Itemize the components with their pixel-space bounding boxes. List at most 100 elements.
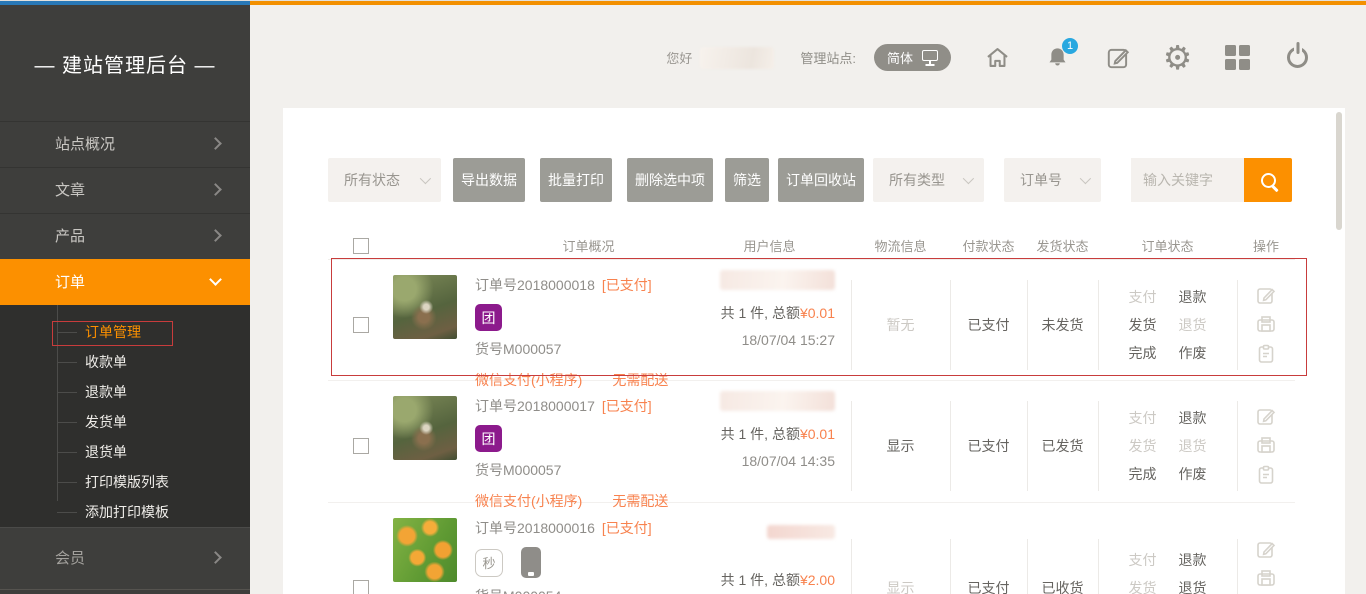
- print-icon[interactable]: [1255, 435, 1277, 457]
- status-action-return[interactable]: 退货: [1179, 315, 1207, 335]
- notifications-button[interactable]: 1: [1044, 44, 1071, 71]
- order-recycle-bin-button[interactable]: 订单回收站: [778, 158, 864, 202]
- delete-selected-button[interactable]: 删除选中项: [627, 158, 713, 202]
- product-thumbnail: [393, 396, 457, 460]
- type-filter-dropdown[interactable]: 所有类型: [873, 158, 984, 202]
- col-order-status: 订单状态: [1098, 236, 1237, 255]
- col-logistics: 物流信息: [851, 236, 950, 255]
- chevron-right-icon: [209, 229, 222, 242]
- status-action-refund[interactable]: 退款: [1179, 550, 1207, 570]
- status-filter-dropdown[interactable]: 所有状态: [328, 158, 441, 202]
- order-row: 订单号2018000017[已支付] 团 货号M000057 微信支付(小程序)…: [328, 381, 1295, 503]
- orders-toolbar: 所有状态 导出数据 批量打印 删除选中项 筛选 订单回收站 所有类型 订单号: [328, 158, 1292, 202]
- scrollbar-thumb[interactable]: [1336, 112, 1342, 230]
- total-label: 共 1 件, 总额: [721, 426, 800, 442]
- status-action-ship[interactable]: 发货: [1129, 436, 1157, 456]
- compose-button[interactable]: [1104, 44, 1131, 71]
- edit-icon[interactable]: [1255, 539, 1277, 561]
- chevron-down-icon: [209, 273, 222, 286]
- groupbuy-badge: 团: [475, 425, 502, 452]
- status-action-ship[interactable]: 发货: [1129, 578, 1157, 594]
- content-accent-strip: [250, 1, 1366, 5]
- payment-status: 已支付: [968, 578, 1010, 594]
- shipping-status: 已收货: [1042, 578, 1084, 594]
- status-action-refund[interactable]: 退款: [1179, 287, 1207, 307]
- status-action-complete[interactable]: 完成: [1129, 343, 1157, 363]
- sidebar-item-members[interactable]: 会员: [0, 527, 250, 590]
- redacted-username: [700, 47, 774, 69]
- row-checkbox[interactable]: [353, 438, 369, 454]
- order-amount: ¥0.01: [800, 305, 835, 321]
- shipping-status: 未发货: [1042, 315, 1084, 335]
- col-order-overview: 订单概况: [393, 236, 688, 255]
- apps-button[interactable]: [1224, 44, 1251, 71]
- chevron-right-icon: [209, 551, 222, 564]
- manage-site-label: 管理站点:: [800, 48, 856, 67]
- sidebar-item-orders[interactable]: 订单: [0, 259, 250, 305]
- sidebar-item-label: 订单: [55, 274, 85, 291]
- payment-status: 已支付: [968, 436, 1010, 456]
- export-data-button[interactable]: 导出数据: [453, 158, 525, 202]
- status-action-void[interactable]: 作废: [1179, 464, 1207, 484]
- batch-print-button[interactable]: 批量打印: [540, 158, 612, 202]
- status-action-return[interactable]: 退货: [1179, 578, 1207, 594]
- status-action-pay[interactable]: 支付: [1129, 287, 1157, 307]
- submenu-item-returns[interactable]: 退货单: [0, 437, 250, 467]
- settings-button[interactable]: ⚙: [1164, 44, 1191, 71]
- home-button[interactable]: [984, 44, 1011, 71]
- submenu-item-add-print-template[interactable]: 添加打印模板: [0, 497, 250, 527]
- sidebar-item-products[interactable]: 产品: [0, 213, 250, 259]
- row-checkbox[interactable]: [353, 580, 369, 594]
- edit-icon[interactable]: [1255, 406, 1277, 428]
- print-icon[interactable]: [1255, 568, 1277, 590]
- language-label: 简体: [887, 48, 913, 67]
- flash-sale-badge: 秒: [475, 549, 503, 577]
- type-filter-value: 所有类型: [889, 170, 945, 190]
- submenu-item-order-management[interactable]: 订单管理: [0, 317, 250, 347]
- search-button[interactable]: [1244, 158, 1292, 202]
- language-switch-button[interactable]: 简体: [874, 44, 951, 71]
- status-action-complete[interactable]: 完成: [1129, 464, 1157, 484]
- clipboard-icon[interactable]: [1255, 343, 1277, 365]
- submenu-label: 添加打印模板: [85, 504, 169, 520]
- top-bar: 您好 管理站点: 简体 1 ⚙: [250, 30, 1366, 85]
- sidebar-item-label: 文章: [55, 182, 85, 199]
- chevron-right-icon: [209, 183, 222, 196]
- logistics-status: 显示: [887, 578, 915, 594]
- search-icon: [1261, 173, 1276, 188]
- col-payment-status: 付款状态: [950, 236, 1027, 255]
- submenu-item-refunds[interactable]: 退款单: [0, 377, 250, 407]
- sidebar-item-site-overview[interactable]: 站点概况: [0, 121, 250, 167]
- submenu-label: 退货单: [85, 444, 127, 460]
- status-action-ship[interactable]: 发货: [1129, 315, 1157, 335]
- product-thumbnail: [393, 518, 457, 582]
- sidebar-item-articles[interactable]: 文章: [0, 167, 250, 213]
- row-checkbox[interactable]: [353, 317, 369, 333]
- clipboard-icon[interactable]: [1255, 464, 1277, 486]
- notification-badge: 1: [1062, 38, 1078, 54]
- search-field-dropdown[interactable]: 订单号: [1004, 158, 1101, 202]
- status-action-return[interactable]: 退货: [1179, 436, 1207, 456]
- filter-button[interactable]: 筛选: [725, 158, 769, 202]
- col-actions: 操作: [1237, 236, 1295, 255]
- submenu-item-print-templates[interactable]: 打印模版列表: [0, 467, 250, 497]
- submenu-label: 打印模版列表: [85, 474, 169, 490]
- status-action-pay[interactable]: 支付: [1129, 408, 1157, 428]
- submenu-item-shipments[interactable]: 发货单: [0, 407, 250, 437]
- select-all-checkbox[interactable]: [353, 238, 369, 254]
- order-amount: ¥2.00: [800, 572, 835, 588]
- print-icon[interactable]: [1255, 314, 1277, 336]
- gear-icon: ⚙: [1163, 44, 1193, 71]
- status-action-pay[interactable]: 支付: [1129, 550, 1157, 570]
- status-action-refund[interactable]: 退款: [1179, 408, 1207, 428]
- keyword-search-input[interactable]: [1131, 158, 1244, 202]
- chevron-right-icon: [209, 137, 222, 150]
- submenu-label: 退款单: [85, 384, 127, 400]
- order-row: 订单号2018000016[已支付] 秒 货号M000054 共 1 件, 总额…: [328, 503, 1295, 594]
- edit-icon[interactable]: [1255, 285, 1277, 307]
- status-action-void[interactable]: 作废: [1179, 343, 1207, 363]
- logout-button[interactable]: [1284, 44, 1311, 71]
- submenu-item-receipts[interactable]: 收款单: [0, 347, 250, 377]
- orders-panel: 所有状态 导出数据 批量打印 删除选中项 筛选 订单回收站 所有类型 订单号 订…: [283, 108, 1345, 594]
- redacted-username: [767, 525, 835, 539]
